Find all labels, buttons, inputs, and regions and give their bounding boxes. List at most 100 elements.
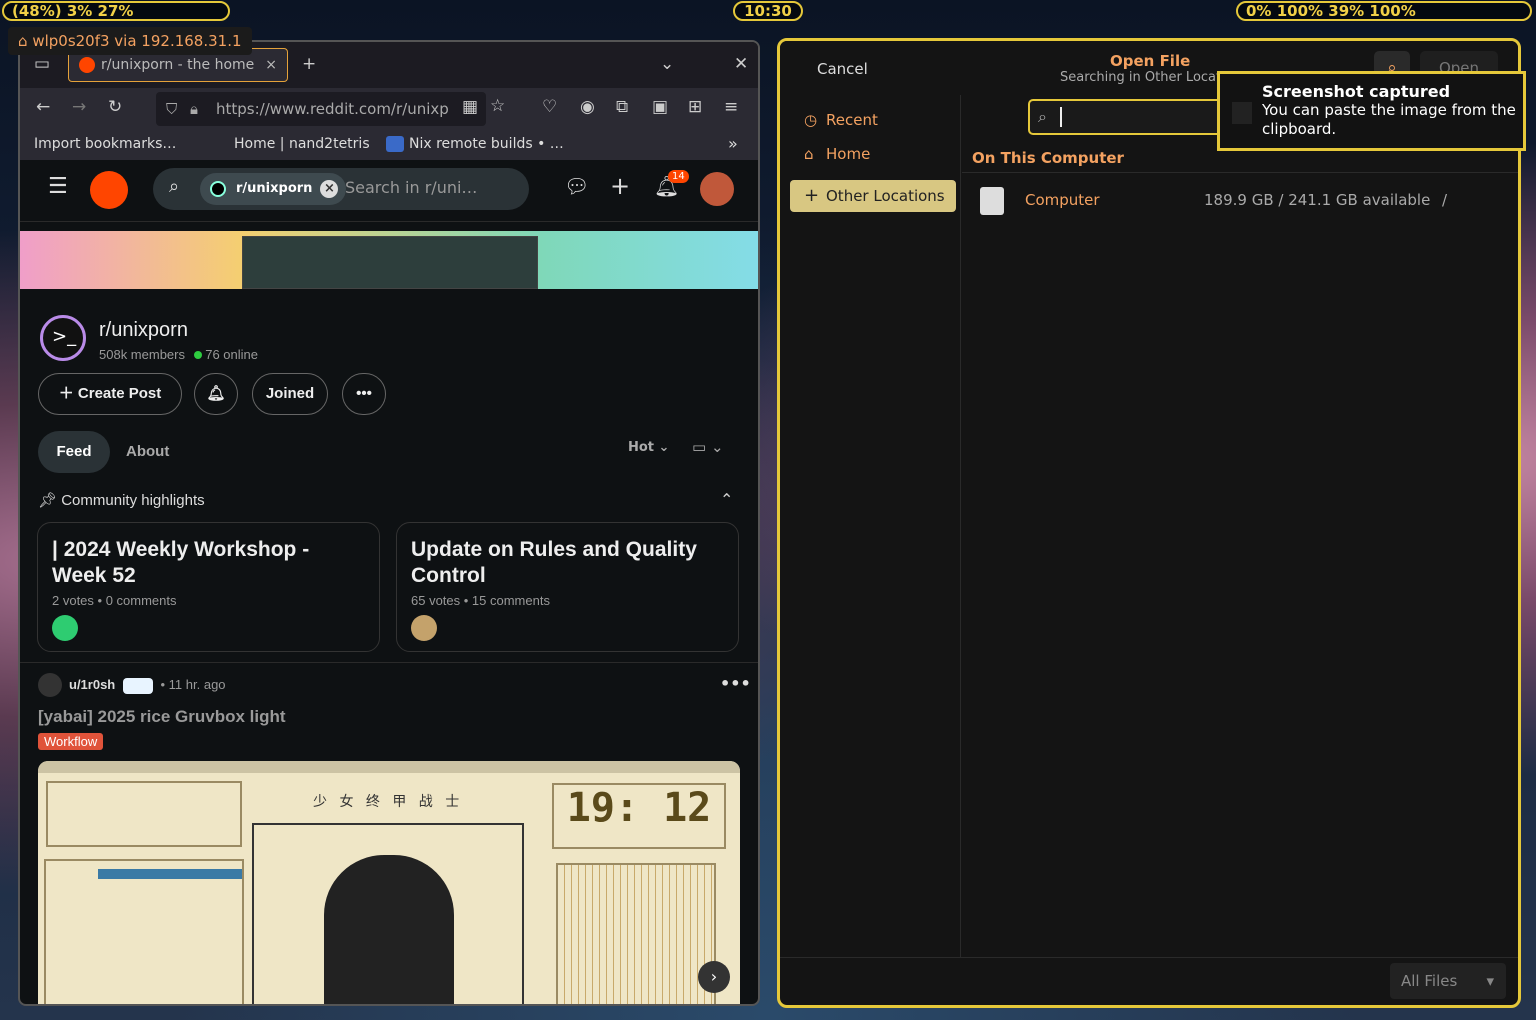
url-bar[interactable]: ⛉ 🔒︎ https://www.reddit.com/r/unixp: [156, 92, 486, 126]
close-tab-icon[interactable]: ×: [265, 49, 277, 81]
nav-bar: ← → ↻ ⛉ 🔒︎ https://www.reddit.com/r/unix…: [20, 88, 758, 130]
account-icon[interactable]: ◉: [580, 97, 595, 117]
location-row-computer[interactable]: Computer 189.9 GB / 241.1 GB available /: [962, 181, 1518, 221]
sidebar-label: Recent: [826, 111, 878, 129]
screenshot-thumbnail-icon: [1232, 102, 1252, 124]
clear-chip-icon[interactable]: ×: [320, 180, 339, 198]
chat-icon[interactable]: 💬︎: [564, 174, 589, 198]
divider: [20, 662, 758, 663]
sidebar-item-home[interactable]: ⌂ Home: [790, 138, 870, 170]
pocket-icon[interactable]: ♡: [542, 97, 557, 117]
search-bar[interactable]: ⌕ r/unixporn × Search in r/uni…: [153, 168, 529, 210]
create-post-label: Create Post: [77, 385, 162, 402]
bookmark-nix[interactable]: Nix remote builds • …: [409, 136, 564, 152]
ellipsis-icon: •••: [356, 385, 372, 402]
subreddit-icon: [210, 181, 226, 197]
search-icon: ⌕: [1038, 107, 1047, 126]
more-bookmarks-icon[interactable]: »: [728, 134, 738, 153]
sidebar-label: Home: [826, 145, 871, 163]
post-flair[interactable]: Workflow: [38, 733, 104, 750]
post-time: • 11 hr. ago: [160, 677, 226, 692]
create-post-button[interactable]: ＋ Create Post: [38, 373, 182, 415]
search-placeholder: Search in r/uni…: [345, 178, 478, 197]
system-stats-right: 0% 100% 39% 100%: [1236, 1, 1532, 21]
preview-figure: [324, 855, 454, 1004]
bookmark-nand2tetris[interactable]: Home | nand2tetris: [234, 136, 370, 152]
cancel-button[interactable]: Cancel: [817, 60, 868, 78]
reload-icon[interactable]: ↻: [108, 97, 122, 117]
subreddit-icon: >_: [40, 315, 86, 361]
highlight-card[interactable]: | 2024 Weekly Workshop - Week 52 2 votes…: [37, 522, 380, 652]
forward-icon[interactable]: →: [72, 97, 86, 117]
notification-body: You can paste the image from the clipboa…: [1262, 101, 1516, 138]
post-image[interactable]: 少 女 终 甲 战 士 19: 12 ›: [38, 761, 740, 1004]
qr-icon[interactable]: ▦: [462, 97, 478, 117]
tab-feed[interactable]: Feed: [38, 431, 110, 473]
sidebar-divider: [960, 95, 961, 957]
sidebar-icon[interactable]: ▭: [34, 54, 50, 74]
back-icon[interactable]: ←: [36, 97, 50, 117]
dialog-title: Open File: [1110, 52, 1191, 70]
next-image-icon[interactable]: ›: [698, 961, 730, 993]
highlights-title: Community highlights: [61, 492, 205, 509]
banner-screenshot-image: [242, 236, 538, 289]
drive-icon: [980, 187, 1004, 215]
preview-menubar: [38, 761, 740, 773]
create-icon[interactable]: +: [610, 172, 630, 200]
top-status-bar: (48%) 3% 27% 10:30 0% 100% 39% 100%: [0, 0, 1536, 22]
post-author[interactable]: u/1r0sh: [69, 677, 115, 692]
highlight-card[interactable]: Update on Rules and Quality Control 65 v…: [396, 522, 739, 652]
footer-divider: [780, 957, 1518, 958]
bookmark-star-icon[interactable]: ☆: [490, 96, 505, 116]
preview-music-panel: [44, 859, 244, 1004]
shield-icon[interactable]: ⛉: [166, 92, 177, 126]
view-toggle-icon[interactable]: ▭ ⌄: [692, 438, 724, 456]
sidebar-item-other-locations[interactable]: + Other Locations: [790, 180, 956, 212]
preview-clock-panel: 19: 12: [552, 783, 726, 849]
location-search-input[interactable]: ⌕: [1028, 99, 1228, 135]
more-options-button[interactable]: •••: [342, 373, 386, 415]
terminal-icon: >_: [52, 326, 77, 347]
sidebar-item-recent[interactable]: ◷ Recent: [790, 104, 878, 136]
bitwarden-icon[interactable]: ▣: [652, 97, 668, 117]
sort-dropdown[interactable]: Hot ⌄: [628, 440, 669, 455]
notification-badge: 14: [668, 170, 689, 183]
post-title[interactable]: [yabai] 2025 rice Gruvbox light: [38, 707, 286, 727]
preview-artwork: [252, 823, 524, 1004]
notifications-button[interactable]: 🔔︎: [194, 373, 238, 415]
highlight-meta: 65 votes • 15 comments: [411, 593, 550, 608]
reddit-logo-icon[interactable]: [90, 171, 128, 209]
sort-label: Hot: [628, 440, 655, 455]
collapse-chevron-icon[interactable]: ⌃: [720, 490, 733, 509]
new-tab-icon[interactable]: +: [302, 54, 316, 74]
preview-heading: 少 女 终 甲 战 士: [313, 794, 464, 810]
search-icon: ⌕: [169, 176, 180, 197]
avatar[interactable]: [700, 172, 734, 206]
network-icon: ⌂: [18, 32, 28, 50]
community-highlights-header[interactable]: 📌︎ Community highlights: [38, 491, 205, 509]
search-chip[interactable]: r/unixporn ×: [200, 173, 347, 205]
post-more-icon[interactable]: •••: [720, 674, 751, 693]
highlight-title: | 2024 Weekly Workshop - Week 52: [52, 538, 310, 587]
chevron-down-icon[interactable]: ⌄: [660, 54, 674, 74]
lock-icon: 🔒︎: [190, 100, 198, 118]
file-filter-dropdown[interactable]: All Files ▾: [1390, 963, 1506, 999]
screenshot-notification[interactable]: Screenshot captured You can paste the im…: [1217, 71, 1526, 151]
member-count: 508k members: [99, 347, 185, 362]
bookmarks-bar: Import bookmarks… Home | nand2tetris Nix…: [20, 130, 758, 160]
bookmark-import[interactable]: Import bookmarks…: [34, 136, 176, 152]
location-path: /: [1442, 191, 1448, 209]
hamburger-menu-icon[interactable]: ☰: [48, 174, 68, 199]
divider: [962, 172, 1518, 173]
highlight-title: Update on Rules and Quality Control: [411, 538, 697, 587]
close-window-icon[interactable]: ✕: [734, 54, 748, 74]
tab-about[interactable]: About: [126, 443, 169, 460]
apps-icon[interactable]: ⊞: [688, 97, 702, 117]
plus-icon: ＋: [58, 385, 74, 402]
system-stats-left: (48%) 3% 27%: [2, 1, 230, 21]
extensions-icon[interactable]: ⧉: [616, 97, 628, 117]
user-avatar[interactable]: [38, 673, 62, 697]
filter-label: All Files: [1401, 972, 1458, 990]
joined-button[interactable]: Joined: [252, 373, 328, 415]
menu-icon[interactable]: ≡: [724, 97, 738, 117]
